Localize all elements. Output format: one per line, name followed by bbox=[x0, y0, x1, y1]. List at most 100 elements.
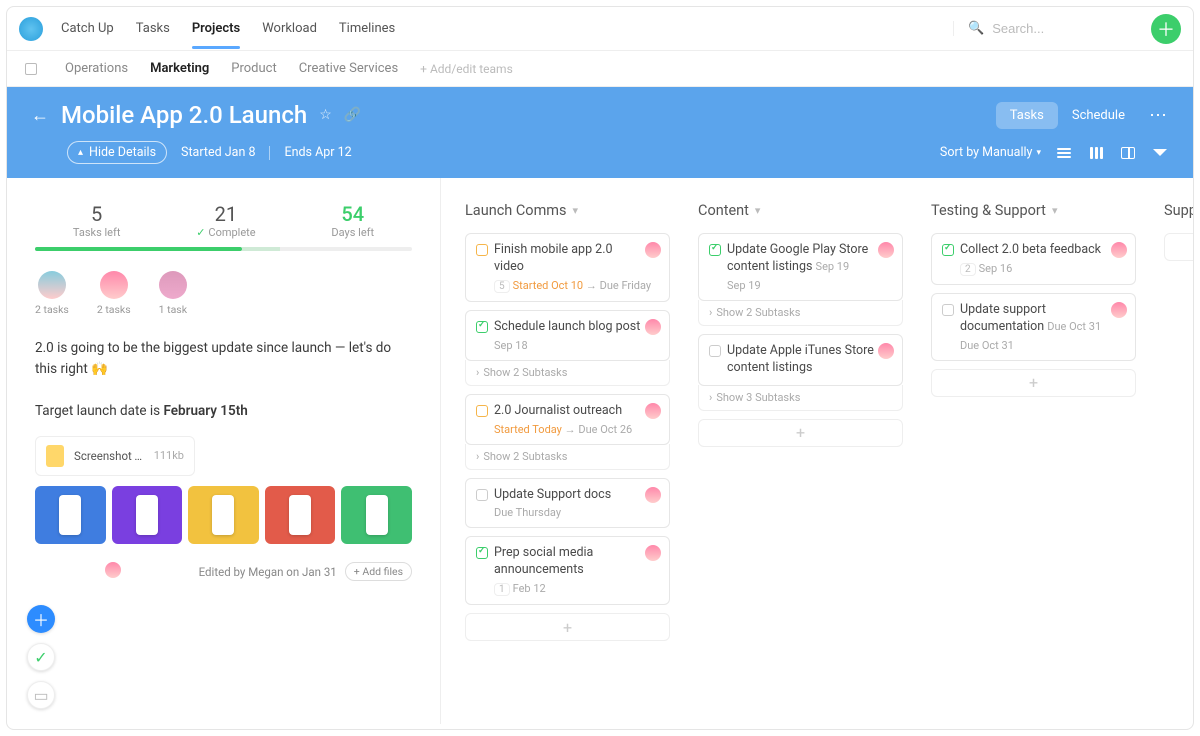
task-card[interactable]: Update support documentation Due Oct 31 … bbox=[931, 293, 1136, 361]
member-task-count: 1 task bbox=[159, 303, 187, 316]
task-card[interactable]: Update Apple iTunes Store content listin… bbox=[698, 334, 903, 386]
hide-details-toggle[interactable]: ▴ Hide Details bbox=[67, 141, 167, 164]
member-avatar[interactable] bbox=[100, 271, 128, 299]
task-card[interactable]: Schedule launch blog post Sep 18 bbox=[465, 310, 670, 361]
team-creative[interactable]: Creative Services bbox=[299, 61, 398, 76]
chevron-down-icon: ▾ bbox=[1036, 148, 1041, 158]
add-files-button[interactable]: + Add files bbox=[345, 562, 412, 581]
column-header[interactable]: Content ▾ bbox=[698, 202, 903, 219]
show-subtasks[interactable]: › Show 2 Subtasks bbox=[465, 360, 670, 386]
add-task-button[interactable]: + bbox=[465, 613, 670, 641]
task-card[interactable]: Update Support docs Due Thursday bbox=[465, 478, 670, 529]
task-checkbox[interactable] bbox=[476, 405, 488, 417]
add-task-button[interactable]: + bbox=[698, 419, 903, 447]
column-header[interactable]: Testing & Support ▾ bbox=[931, 202, 1136, 219]
task-title: Finish mobile app 2.0 video bbox=[494, 242, 659, 276]
add-task-button[interactable]: + bbox=[1164, 233, 1193, 261]
task-checkbox[interactable] bbox=[942, 244, 954, 256]
add-button[interactable]: ＋ bbox=[1151, 14, 1181, 44]
team-marketing[interactable]: Marketing bbox=[150, 61, 209, 76]
screenshot-thumbnail[interactable] bbox=[188, 486, 259, 544]
check-icon: ✓ bbox=[196, 226, 205, 239]
show-subtasks[interactable]: › Show 3 Subtasks bbox=[698, 385, 903, 411]
task-checkbox[interactable] bbox=[476, 489, 488, 501]
screenshot-thumbnail[interactable] bbox=[112, 486, 183, 544]
task-card[interactable]: Prep social media announcements 1Feb 12 bbox=[465, 536, 670, 605]
fab-tasks-icon[interactable]: ✓ bbox=[27, 643, 55, 671]
assignee-avatar[interactable] bbox=[878, 343, 894, 359]
attachment-card[interactable]: Screenshot Temp… 111kb bbox=[35, 436, 195, 476]
assignee-avatar[interactable] bbox=[1111, 242, 1127, 258]
view-split-icon[interactable] bbox=[1119, 146, 1137, 160]
fab-add[interactable]: ＋ bbox=[27, 605, 55, 633]
attachment-name: Screenshot Temp… bbox=[74, 449, 144, 463]
view-board-icon[interactable] bbox=[1087, 146, 1105, 160]
task-checkbox[interactable] bbox=[942, 304, 954, 316]
project-description: 2.0 is going to be the biggest update si… bbox=[35, 338, 412, 422]
task-card[interactable]: Finish mobile app 2.0 video 5Started Oct… bbox=[465, 233, 670, 302]
attachment-size: 111kb bbox=[154, 449, 184, 462]
screenshot-thumbnail[interactable] bbox=[265, 486, 336, 544]
task-card[interactable]: Collect 2.0 beta feedback 2Sep 16 bbox=[931, 233, 1136, 285]
task-title: Update support documentation Due Oct 31 bbox=[960, 302, 1125, 336]
hide-details-label: Hide Details bbox=[89, 145, 156, 160]
app-logo[interactable] bbox=[19, 17, 43, 41]
assignee-avatar[interactable] bbox=[878, 242, 894, 258]
task-checkbox[interactable] bbox=[476, 244, 488, 256]
filter-icon[interactable] bbox=[1151, 146, 1169, 160]
task-title: Update Google Play Store content listing… bbox=[727, 242, 892, 276]
view-tasks[interactable]: Tasks bbox=[996, 102, 1058, 129]
fab-calendar-icon[interactable]: ▭ bbox=[27, 681, 55, 709]
tasks-left-value: 5 bbox=[73, 202, 121, 226]
assignee-avatar[interactable] bbox=[645, 403, 661, 419]
task-card[interactable]: 2.0 Journalist outreach Started Today → … bbox=[465, 394, 670, 445]
member-avatar[interactable] bbox=[159, 271, 187, 299]
column-header[interactable]: Support ▾ bbox=[1164, 202, 1193, 219]
task-card[interactable]: Update Google Play Store content listing… bbox=[698, 233, 903, 301]
search-input[interactable] bbox=[992, 21, 1112, 36]
nav-workload[interactable]: Workload bbox=[262, 9, 317, 48]
back-arrow-icon[interactable]: ← bbox=[31, 105, 49, 126]
task-checkbox[interactable] bbox=[709, 345, 721, 357]
nav-tasks[interactable]: Tasks bbox=[136, 9, 170, 48]
nav-timelines[interactable]: Timelines bbox=[339, 9, 395, 48]
chevron-right-icon: › bbox=[476, 366, 479, 379]
task-title: Schedule launch blog post bbox=[494, 319, 658, 336]
screenshot-thumbnail[interactable] bbox=[35, 486, 106, 544]
nav-projects[interactable]: Projects bbox=[192, 9, 240, 48]
assignee-avatar[interactable] bbox=[1111, 302, 1127, 318]
screenshot-thumbnail[interactable] bbox=[341, 486, 412, 544]
view-list-icon[interactable] bbox=[1055, 146, 1073, 160]
team-operations[interactable]: Operations bbox=[65, 61, 128, 76]
chevron-down-icon: ▾ bbox=[1052, 204, 1058, 217]
member-avatar[interactable] bbox=[38, 271, 66, 299]
tasks-left-label: Tasks left bbox=[73, 226, 121, 239]
star-icon[interactable]: ☆ bbox=[319, 107, 332, 123]
column-header[interactable]: Launch Comms ▾ bbox=[465, 202, 670, 219]
member-task-count: 2 tasks bbox=[35, 303, 69, 316]
divider bbox=[269, 146, 270, 160]
add-task-button[interactable]: + bbox=[931, 369, 1136, 397]
assignee-avatar[interactable] bbox=[645, 487, 661, 503]
project-more-icon[interactable]: ⋯ bbox=[1149, 105, 1169, 126]
sidebar-toggle-icon[interactable] bbox=[25, 63, 37, 75]
show-subtasks[interactable]: › Show 2 Subtasks bbox=[698, 300, 903, 326]
task-checkbox[interactable] bbox=[476, 321, 488, 333]
edited-by-text: Edited by Megan on Jan 31 bbox=[199, 565, 337, 579]
progress-bar bbox=[35, 247, 412, 251]
view-schedule[interactable]: Schedule bbox=[1058, 102, 1139, 129]
task-checkbox[interactable] bbox=[476, 547, 488, 559]
link-icon[interactable]: 🔗 bbox=[344, 107, 361, 123]
chevron-right-icon: › bbox=[709, 306, 712, 319]
assignee-avatar[interactable] bbox=[645, 319, 661, 335]
add-edit-teams[interactable]: + Add/edit teams bbox=[420, 62, 513, 76]
show-subtasks[interactable]: › Show 2 Subtasks bbox=[465, 444, 670, 470]
sort-menu[interactable]: Sort by Manually ▾ bbox=[940, 145, 1041, 160]
team-product[interactable]: Product bbox=[231, 61, 276, 76]
complete-label: ✓Complete bbox=[196, 226, 255, 239]
nav-catchup[interactable]: Catch Up bbox=[61, 9, 114, 48]
days-left-value: 54 bbox=[331, 202, 374, 226]
assignee-avatar[interactable] bbox=[645, 242, 661, 258]
chevron-up-icon: ▴ bbox=[78, 147, 83, 158]
task-checkbox[interactable] bbox=[709, 244, 721, 256]
